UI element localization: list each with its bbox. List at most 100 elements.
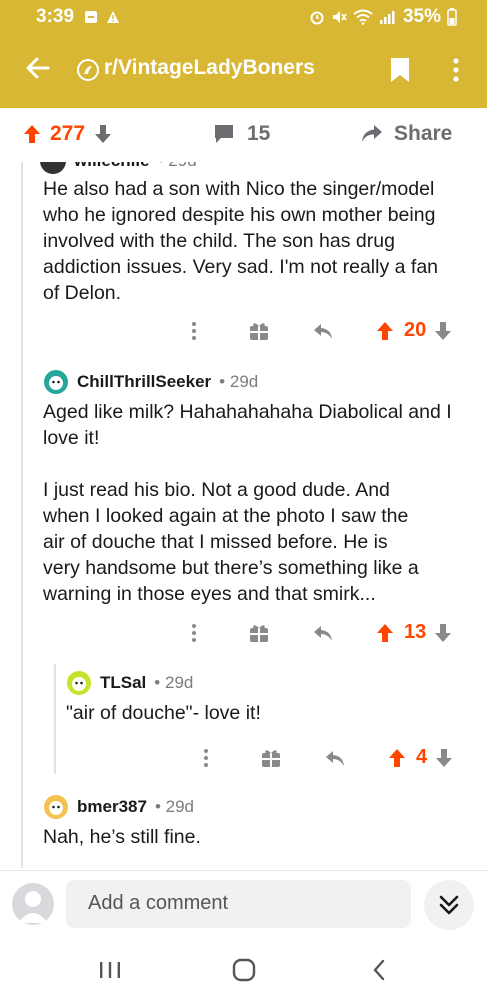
comment-score: 13 [404, 621, 427, 643]
user-silhouette-icon [18, 891, 48, 923]
comment-body: "air of douche"- love it! [66, 700, 261, 726]
comment-body: He also had a son with Nico the singer/m… [43, 176, 438, 306]
user-avatar[interactable] [66, 670, 92, 696]
status-bar: 3:39 35% [0, 0, 487, 38]
comment-username[interactable]: TLSal [100, 673, 146, 693]
comment-actions: 13 [190, 621, 452, 644]
comment-username[interactable]: willechile [74, 162, 150, 171]
comment-actions: 4 [202, 746, 453, 769]
upvote-icon[interactable] [388, 748, 406, 768]
share-button[interactable]: Share [360, 122, 452, 146]
comment-age-value: 29d [229, 372, 259, 391]
user-avatar[interactable] [40, 162, 66, 174]
system-nav-bar [0, 938, 487, 1000]
mute-icon [332, 11, 347, 23]
subreddit-title[interactable]: r/VintageLadyBoners [104, 56, 315, 80]
comment-line: love it! [43, 427, 100, 449]
home-icon[interactable] [230, 956, 258, 984]
comment-username[interactable]: bmer387 [77, 797, 147, 817]
collapse-thread-button[interactable] [424, 880, 474, 930]
share-icon [362, 125, 382, 142]
comment-line: very handsome but there’s something like… [43, 557, 419, 579]
downvote-icon[interactable] [93, 123, 113, 145]
wifi-icon [353, 9, 373, 25]
upvote-icon[interactable] [376, 321, 394, 341]
comment-body: Aged like milk? Hahahahahaha Diabolical … [43, 399, 452, 607]
recent-apps-icon[interactable] [96, 956, 124, 984]
upvote-icon[interactable] [376, 623, 394, 643]
current-user-avatar [12, 883, 54, 925]
comment-age: • 29d [154, 673, 194, 692]
comment-age: • 29d [219, 372, 259, 391]
downvote-icon[interactable] [435, 748, 453, 768]
comment-score: 4 [416, 746, 428, 768]
more-options-icon[interactable] [448, 56, 464, 84]
comment-header: bmer387 • 29d [43, 794, 194, 820]
status-right: 35% [309, 6, 457, 28]
comment-composer: Add a comment [0, 870, 487, 938]
comment-icon [215, 125, 233, 143]
comment-body: Nah, he’s still fine. [43, 824, 201, 850]
comment-line: of Delon. [43, 282, 122, 304]
comment-header: TLSal • 29d [66, 670, 193, 696]
award-icon[interactable] [248, 622, 270, 644]
comment-line: Aged like milk? Hahahahahaha Diabolical … [43, 401, 452, 423]
comment-score: 20 [404, 319, 427, 341]
downvote-icon[interactable] [434, 321, 452, 341]
top-bar: 3:39 35% r/VintageLadyBoners [0, 0, 487, 108]
reply-icon[interactable] [312, 622, 334, 644]
user-avatar[interactable] [43, 369, 69, 395]
reply-rail[interactable] [54, 664, 56, 774]
comment-line: Nah, he’s still fine. [43, 826, 201, 848]
app-bar: r/VintageLadyBoners [0, 42, 487, 98]
comment-actions: 20 [190, 319, 452, 342]
comment-line [43, 451, 452, 477]
warning-notification-icon [107, 11, 119, 23]
reply-icon[interactable] [324, 747, 346, 769]
post-action-bar: 277 15 Share [0, 108, 487, 162]
back-arrow-icon[interactable] [24, 54, 52, 82]
comment-line: involved with the child. The son has dru… [43, 230, 395, 252]
more-icon[interactable] [190, 623, 198, 643]
comment-line: when I looked again at the photo I saw t… [43, 505, 409, 527]
status-time: 3:39 [36, 6, 75, 27]
comment-username[interactable]: ChillThrillSeeker [77, 372, 211, 392]
bookmark-icon[interactable] [388, 56, 412, 84]
comment-line: "air of douche"- love it! [66, 702, 261, 724]
reply-icon[interactable] [312, 320, 334, 342]
comment-age-value: 29d [168, 162, 196, 170]
comment-header: ChillThrillSeeker • 29d [43, 369, 258, 395]
post-score: 277 [50, 122, 86, 145]
comments-count-value: 15 [247, 122, 271, 145]
user-avatar[interactable] [43, 794, 69, 820]
comment-age: • 29d [154, 797, 194, 816]
more-icon[interactable] [190, 321, 198, 341]
gallery-notification-icon [85, 11, 97, 23]
comment-line: who he ignored despite his own mother be… [43, 204, 436, 226]
comment-line: He also had a son with Nico the singer/m… [43, 178, 435, 200]
comment-thread[interactable]: willechile • 29d He also had a son with … [0, 162, 487, 868]
comment-line: warning in those eyes and that smirk... [43, 583, 376, 605]
add-comment-input[interactable]: Add a comment [66, 880, 411, 928]
comment-line: air of douche that I missed before. He i… [43, 531, 388, 553]
battery-percent: 35% [402, 6, 441, 27]
comment-line: I just read his bio. Not a good dude. An… [43, 479, 390, 501]
award-icon[interactable] [248, 320, 270, 342]
award-icon[interactable] [260, 747, 282, 769]
comment-line: addiction issues. Very sad. I'm not real… [43, 256, 439, 278]
chevron-double-down-icon [439, 895, 459, 915]
subreddit-icon [77, 59, 99, 81]
back-icon[interactable] [366, 956, 394, 984]
battery-icon [447, 8, 457, 26]
downvote-icon[interactable] [434, 623, 452, 643]
comment-age-value: 29d [164, 673, 194, 692]
upvote-icon[interactable] [22, 123, 42, 145]
comment-header: willechile • 29d [40, 162, 197, 174]
comments-count[interactable]: 15 [213, 122, 270, 146]
comment-age: • 29d [158, 162, 197, 171]
more-icon[interactable] [202, 748, 210, 768]
signal-icon [379, 11, 395, 24]
alarm-icon [310, 11, 324, 25]
post-vote: 277 [22, 122, 113, 146]
thread-rail[interactable] [21, 162, 23, 868]
